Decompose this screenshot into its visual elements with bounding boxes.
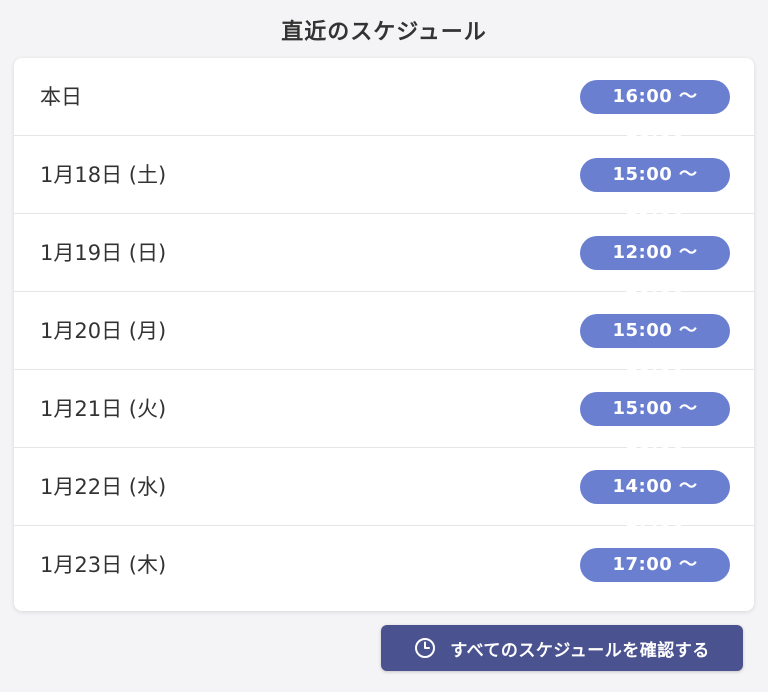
schedule-row[interactable]: 本日 16:00 〜 18:00	[14, 58, 754, 141]
view-all-schedules-label: すべてのスケジュールを確認する	[450, 640, 710, 661]
schedule-row[interactable]: 1月20日 (月) 15:00 〜 18:00	[14, 292, 754, 375]
schedule-row[interactable]: 1月19日 (日) 12:00 〜 20:00	[14, 214, 754, 297]
schedule-time-badge: 17:00 〜 21:00	[580, 548, 730, 609]
schedule-date: 1月18日 (土)	[40, 163, 167, 187]
schedule-date: 1月20日 (月)	[40, 319, 167, 343]
schedule-row[interactable]: 1月21日 (火) 15:00 〜 18:00	[14, 370, 754, 453]
schedule-row[interactable]: 1月23日 (木) 17:00 〜 21:00	[14, 526, 754, 609]
schedule-row[interactable]: 1月18日 (土) 15:00 〜 19:00	[14, 136, 754, 219]
schedule-date: 1月23日 (木)	[40, 553, 167, 577]
schedule-date: 1月21日 (火)	[40, 397, 167, 421]
schedule-time-badge: 14:00 〜 17:00	[580, 470, 730, 531]
schedule-date: 本日	[40, 85, 82, 109]
schedule-time-badge: 15:00 〜 18:00	[580, 392, 730, 453]
schedule-date: 1月22日 (水)	[40, 475, 167, 499]
page-title: 直近のスケジュール	[281, 20, 487, 45]
schedule-list: 本日 16:00 〜 18:00 1月18日 (土) 15:00 〜 19:00…	[14, 58, 754, 611]
view-all-schedules-button[interactable]: すべてのスケジュールを確認する	[381, 625, 743, 671]
schedule-row[interactable]: 1月22日 (水) 14:00 〜 17:00	[14, 448, 754, 531]
schedule-time-badge: 15:00 〜 18:00	[580, 314, 730, 375]
schedule-time-badge: 15:00 〜 19:00	[580, 158, 730, 219]
schedule-time-badge: 16:00 〜 18:00	[580, 80, 730, 141]
schedule-date: 1月19日 (日)	[40, 241, 167, 265]
clock-icon	[414, 637, 436, 659]
schedule-time-badge: 12:00 〜 20:00	[580, 236, 730, 297]
